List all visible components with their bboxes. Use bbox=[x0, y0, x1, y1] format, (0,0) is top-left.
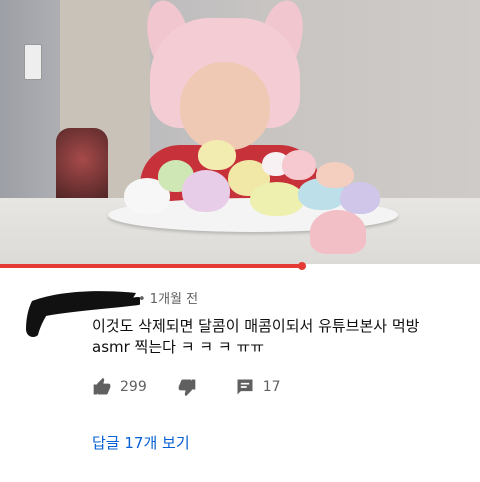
background-bag bbox=[56, 128, 108, 206]
meringue bbox=[182, 170, 230, 212]
like-count: 299 bbox=[120, 379, 147, 395]
thumb-down-icon[interactable] bbox=[177, 377, 197, 397]
meringue bbox=[250, 182, 304, 216]
comment-icon[interactable] bbox=[235, 377, 255, 397]
comment-actions: 299 17 bbox=[92, 376, 281, 398]
meringue bbox=[282, 150, 316, 180]
meringue bbox=[198, 140, 236, 170]
reply-count: 17 bbox=[262, 379, 281, 395]
progress-handle[interactable] bbox=[298, 262, 307, 270]
comment-timestamp: • 1개월 전 bbox=[138, 292, 199, 307]
light-switch bbox=[24, 44, 42, 80]
comment-text: 이것도 삭제되면 달콤이 매콤이되서 유튜브본사 먹방 asmr 찍는다 ㅋ ㅋ… bbox=[92, 317, 420, 356]
meringue bbox=[310, 210, 366, 254]
video-player[interactable] bbox=[0, 0, 480, 266]
progress-fill bbox=[0, 264, 303, 268]
thumb-up-icon[interactable] bbox=[92, 377, 112, 397]
view-replies-link[interactable]: 답글 17개 보기 bbox=[92, 432, 190, 453]
meringue bbox=[340, 182, 380, 214]
person-face bbox=[180, 62, 270, 150]
